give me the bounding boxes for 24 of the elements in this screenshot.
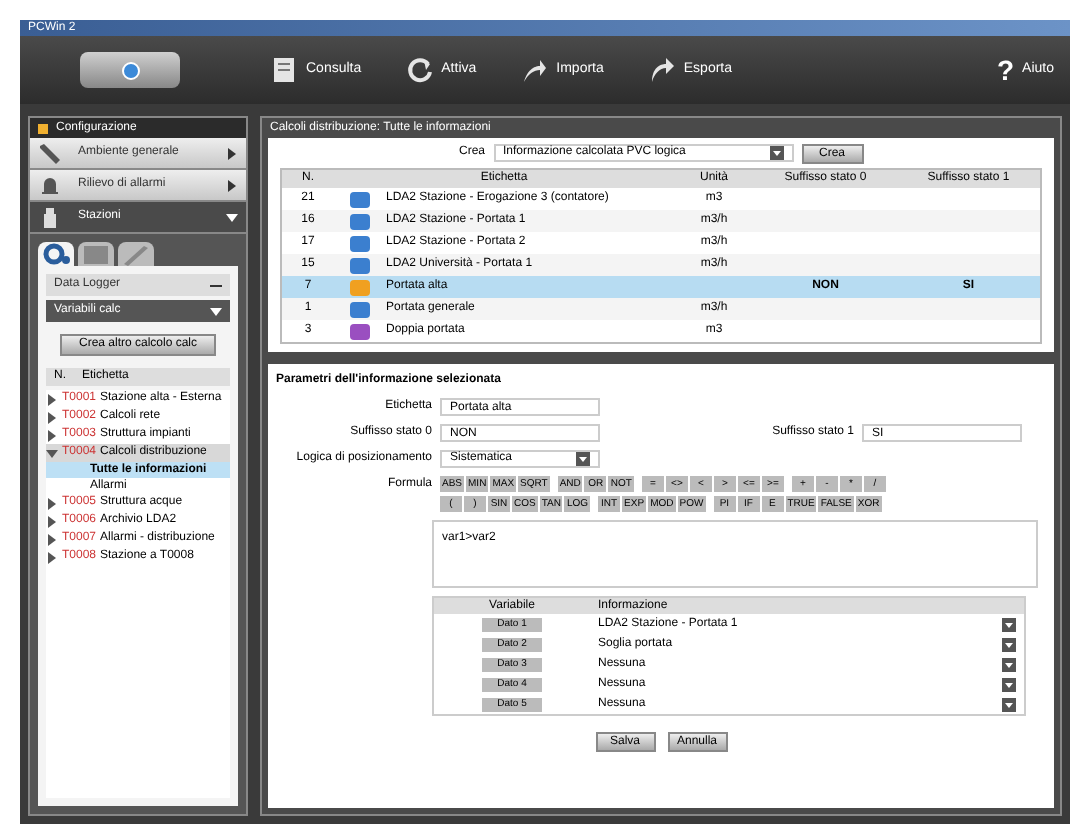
caret-right-icon — [226, 147, 238, 159]
bottle-icon — [38, 205, 62, 229]
caret-icon — [1002, 617, 1016, 631]
sidebar-tab[interactable] — [38, 242, 74, 266]
caret-icon — [576, 452, 590, 466]
refresh-icon — [405, 56, 434, 84]
bell-icon — [38, 173, 62, 197]
caret-icon — [1002, 637, 1016, 651]
caret-icon — [1002, 677, 1016, 691]
sidebar-tab[interactable] — [118, 242, 154, 266]
caret-down-icon — [226, 211, 238, 223]
curved-arrow-icon — [520, 56, 549, 84]
book-icon — [270, 56, 298, 84]
sidebar-tab[interactable] — [78, 242, 114, 266]
caret-icon — [1002, 657, 1016, 671]
curved-arrow-icon — [647, 56, 676, 84]
caret-icon — [769, 146, 783, 160]
logo-icon — [80, 52, 180, 88]
folder-icon — [82, 242, 110, 266]
settings-icon — [42, 242, 70, 266]
caret-down-icon — [210, 305, 222, 317]
minus-icon — [210, 279, 222, 291]
caret-right-icon — [226, 179, 238, 191]
caret-icon — [1002, 697, 1016, 711]
